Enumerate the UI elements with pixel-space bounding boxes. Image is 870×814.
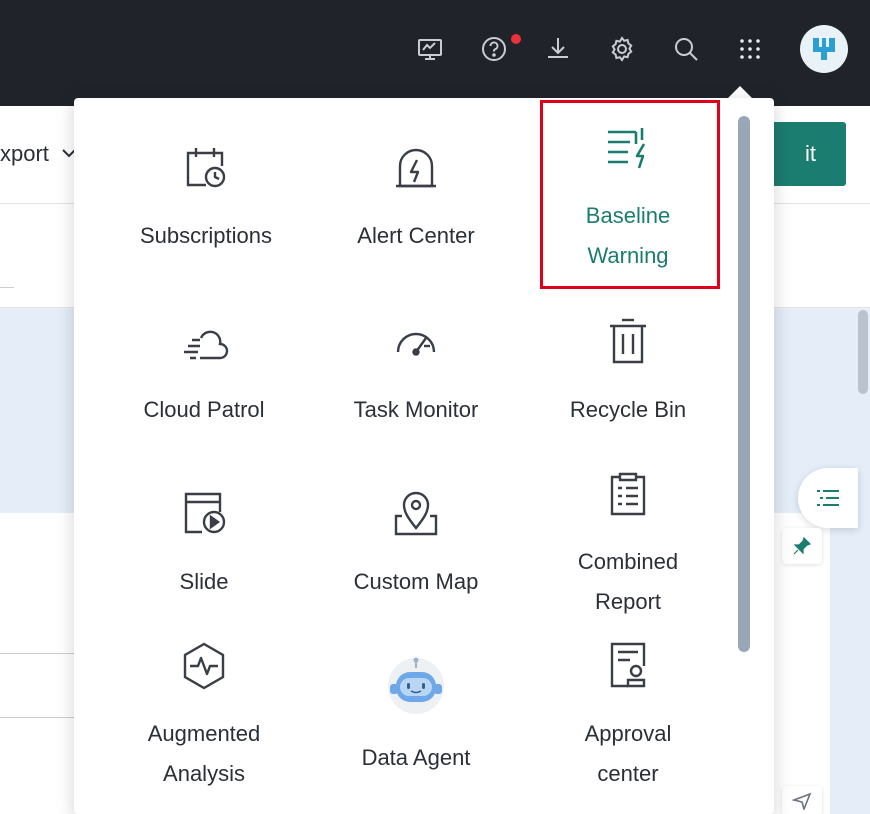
menu-item-alert-center[interactable]: Alert Center [310, 142, 522, 256]
avatar[interactable] [800, 25, 848, 73]
menu-item-recycle-bin[interactable]: Recycle Bin [522, 316, 734, 430]
monitor-chart-icon[interactable] [414, 33, 446, 65]
menu-item-slide[interactable]: Slide [98, 488, 310, 602]
page-scrollbar[interactable] [858, 310, 868, 394]
menu-item-label: Combined Report [577, 549, 679, 614]
outline-toggle-button[interactable] [798, 468, 858, 528]
divider [0, 653, 74, 654]
menu-item-combined-report[interactable]: Combined Report [522, 468, 734, 622]
menu-item-label: Alert Center [357, 223, 475, 248]
map-pin-icon [390, 488, 442, 540]
help-icon[interactable] [478, 33, 510, 65]
cloud-patrol-icon [178, 316, 230, 368]
list-outline-icon [817, 490, 839, 506]
menu-item-data-agent[interactable]: Data Agent [310, 656, 522, 778]
primary-action-label: it [805, 141, 816, 166]
menu-item-subscriptions[interactable]: Subscriptions [100, 142, 312, 256]
menu-item-label: Task Monitor [353, 397, 479, 422]
menu-item-label: Data Agent [361, 745, 471, 770]
menu-item-label: Custom Map [353, 569, 479, 594]
download-icon[interactable] [542, 33, 574, 65]
apps-menu-scrollbar[interactable] [738, 116, 750, 652]
calendar-clock-icon [180, 142, 232, 194]
hexagon-pulse-icon [178, 640, 230, 692]
divider [0, 287, 14, 288]
send-icon [792, 792, 812, 810]
slide-play-icon [178, 488, 230, 540]
menu-item-augmented-analysis[interactable]: Augmented Analysis [98, 640, 310, 794]
divider [0, 717, 74, 718]
pin-button[interactable] [782, 528, 822, 564]
menu-item-label: Slide [179, 569, 229, 594]
menu-item-label: Subscriptions [139, 223, 273, 248]
pin-icon [793, 536, 812, 555]
menu-item-label: Approval center [584, 721, 672, 786]
menu-item-approval-center[interactable]: Approval center [522, 640, 734, 794]
menu-item-custom-map[interactable]: Custom Map [310, 488, 522, 602]
menu-item-task-monitor[interactable]: Task Monitor [310, 316, 522, 430]
app-grid-icon[interactable] [734, 33, 766, 65]
trash-icon [602, 316, 654, 368]
user-logo-icon [813, 38, 835, 60]
notification-dot [511, 34, 521, 44]
alarm-light-icon [390, 142, 442, 194]
menu-item-label: Augmented Analysis [147, 721, 261, 786]
send-button[interactable] [782, 786, 822, 814]
gauge-icon [390, 316, 442, 368]
menu-item-cloud-patrol[interactable]: Cloud Patrol [98, 316, 310, 430]
search-icon[interactable] [670, 33, 702, 65]
robot-agent-icon [386, 656, 446, 716]
menu-item-label: Cloud Patrol [143, 397, 265, 422]
settings-gear-icon[interactable] [606, 33, 638, 65]
clipboard-report-icon [602, 468, 654, 520]
export-dropdown-label[interactable]: xport [0, 141, 49, 167]
selection-highlight [540, 100, 720, 289]
popup-caret [728, 86, 752, 98]
menu-item-label: Recycle Bin [569, 397, 687, 422]
approval-document-icon [602, 640, 654, 692]
